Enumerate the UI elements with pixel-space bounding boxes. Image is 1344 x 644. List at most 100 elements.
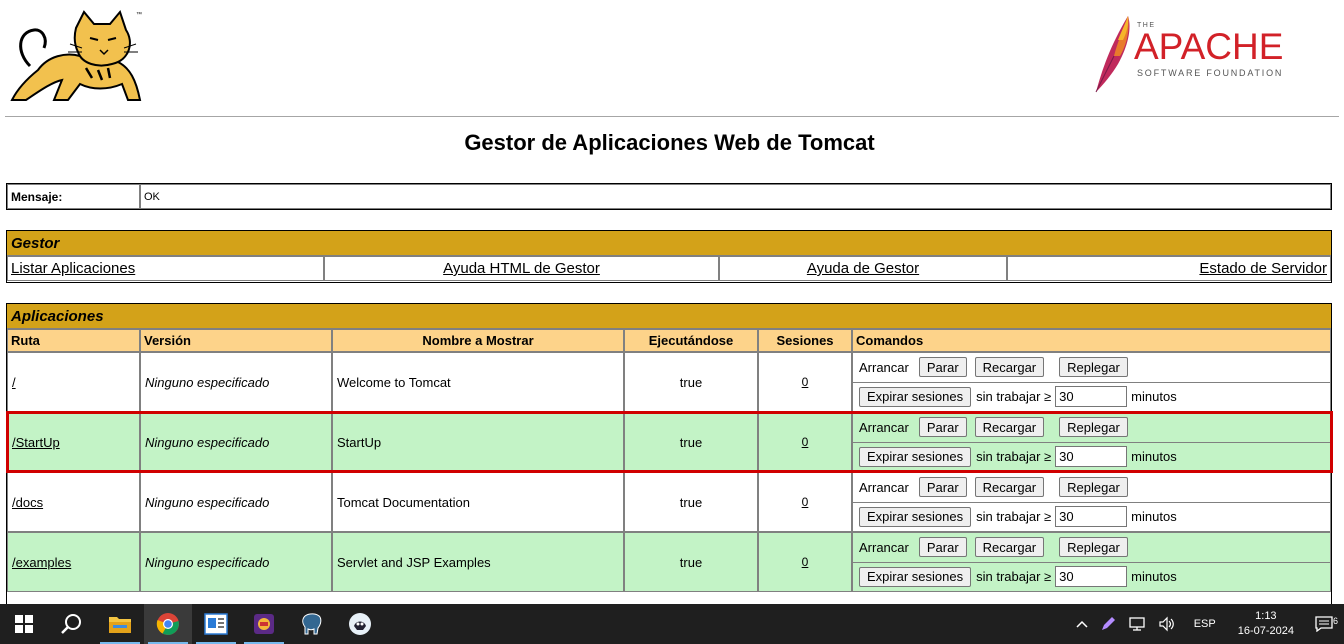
- manager-cell: Estado de Servidor: [1007, 256, 1331, 281]
- applications-header-row: Ruta Versión Nombre a Mostrar Ejecutándo…: [7, 329, 1331, 352]
- expire-sessions-button[interactable]: Expirar sesiones: [859, 386, 972, 407]
- undeploy-button[interactable]: Replegar: [1059, 357, 1128, 378]
- app-display-name: Tomcat Documentation: [332, 472, 624, 532]
- game-app-icon: [254, 614, 274, 634]
- minutes-label: minutos: [1131, 389, 1177, 405]
- manager-help-link[interactable]: Ayuda de Gestor: [807, 260, 919, 277]
- idle-label: sin trabajar ≥: [976, 449, 1052, 465]
- command-line-primary: Arrancar Parar Recargar Replegar: [853, 353, 1330, 383]
- reload-button[interactable]: Recargar: [974, 357, 1045, 378]
- language-indicator[interactable]: ESP: [1194, 618, 1216, 630]
- app-sessions-link[interactable]: 0: [802, 435, 809, 449]
- network-icon: [1129, 617, 1145, 631]
- notification-center-button[interactable]: 6: [1304, 616, 1344, 632]
- app-sessions-cell: 0: [758, 532, 852, 592]
- search-button[interactable]: [48, 604, 96, 644]
- command-line-expire: Expirar sesiones sin trabajar ≥ minutos: [853, 503, 1330, 532]
- table-row: /StartUp Ninguno especificado StartUp tr…: [7, 412, 1331, 472]
- search-icon: [61, 614, 81, 634]
- taskbar-app-window[interactable]: [192, 604, 240, 644]
- stop-button[interactable]: Parar: [918, 357, 967, 378]
- app-path-cell: /examples: [7, 532, 140, 592]
- app-version: Ninguno especificado: [140, 532, 332, 592]
- table-row: /docs Ninguno especificado Tomcat Docume…: [7, 472, 1331, 532]
- html-manager-help-link[interactable]: Ayuda HTML de Gestor: [443, 260, 600, 277]
- app-path-cell: /StartUp: [7, 412, 140, 472]
- taskbar-app-round[interactable]: [336, 604, 384, 644]
- pen-tray-button[interactable]: [1100, 616, 1116, 632]
- col-header-version: Versión: [140, 329, 332, 352]
- manager-cell: Listar Aplicaciones: [7, 256, 324, 281]
- taskbar-postgresql[interactable]: [288, 604, 336, 644]
- server-status-link[interactable]: Estado de Servidor: [1199, 260, 1327, 277]
- speaker-icon: [1159, 616, 1174, 632]
- svg-text:™: ™: [136, 11, 142, 18]
- idle-minutes-input[interactable]: [1055, 566, 1128, 588]
- app-sessions-link[interactable]: 0: [802, 495, 809, 509]
- network-tray-button[interactable]: [1128, 616, 1146, 632]
- elephant-icon: [302, 613, 322, 635]
- message-label: Mensaje:: [7, 184, 140, 209]
- reload-button[interactable]: Recargar: [974, 477, 1045, 498]
- page-title: Gestor de Aplicaciones Web de Tomcat: [464, 130, 875, 155]
- app-running: true: [624, 352, 758, 412]
- minutes-label: minutos: [1131, 569, 1177, 585]
- show-hidden-icons-button[interactable]: [1076, 620, 1088, 628]
- app-version: Ninguno especificado: [140, 352, 332, 412]
- app-path-cell: /docs: [7, 472, 140, 532]
- manager-heading: Gestor: [7, 231, 1331, 256]
- reload-button[interactable]: Recargar: [974, 537, 1045, 558]
- start-label: Arrancar: [859, 539, 909, 555]
- idle-label: sin trabajar ≥: [976, 509, 1052, 525]
- notification-count: 6: [1332, 616, 1338, 626]
- app-sessions-link[interactable]: 0: [802, 375, 809, 389]
- undeploy-button[interactable]: Replegar: [1059, 417, 1128, 438]
- app-path-link[interactable]: /docs: [12, 495, 43, 510]
- undeploy-button[interactable]: Replegar: [1059, 537, 1128, 558]
- table-row: / Ninguno especificado Welcome to Tomcat…: [7, 352, 1331, 412]
- taskbar-chrome[interactable]: [144, 604, 192, 644]
- app-version: Ninguno especificado: [140, 412, 332, 472]
- start-button[interactable]: [0, 604, 48, 644]
- applications-heading: Aplicaciones: [7, 304, 1331, 329]
- expire-sessions-button[interactable]: Expirar sesiones: [859, 566, 972, 587]
- chrome-icon: [156, 613, 179, 635]
- window-app-icon: [204, 613, 228, 635]
- taskbar-app-purple[interactable]: [240, 604, 288, 644]
- expire-sessions-button[interactable]: Expirar sesiones: [859, 506, 972, 527]
- stop-button[interactable]: Parar: [918, 417, 967, 438]
- idle-minutes-input[interactable]: [1055, 386, 1128, 408]
- idle-label: sin trabajar ≥: [976, 569, 1052, 585]
- start-label: Arrancar: [859, 479, 909, 495]
- command-line-expire: Expirar sesiones sin trabajar ≥ minutos: [853, 443, 1330, 472]
- taskbar-file-explorer[interactable]: [96, 604, 144, 644]
- app-commands: Arrancar Parar Recargar Replegar Expirar…: [852, 532, 1331, 592]
- stop-button[interactable]: Parar: [918, 537, 967, 558]
- command-line-expire: Expirar sesiones sin trabajar ≥ minutos: [853, 383, 1330, 412]
- idle-minutes-input[interactable]: [1055, 446, 1128, 468]
- expire-sessions-button[interactable]: Expirar sesiones: [859, 446, 972, 467]
- list-applications-link[interactable]: Listar Aplicaciones: [11, 260, 135, 277]
- app-path-link[interactable]: /examples: [12, 555, 71, 570]
- app-path-link[interactable]: /StartUp: [12, 435, 60, 450]
- volume-tray-button[interactable]: [1158, 616, 1176, 632]
- apache-subtitle: SOFTWARE FOUNDATION: [1137, 68, 1284, 78]
- header-divider: [5, 116, 1339, 117]
- command-line-expire: Expirar sesiones sin trabajar ≥ minutos: [853, 563, 1330, 592]
- system-tray: ESP 1:13 16-07-2024 6: [1070, 604, 1344, 644]
- round-app-icon: [349, 613, 371, 635]
- undeploy-button[interactable]: Replegar: [1059, 477, 1128, 498]
- command-line-primary: Arrancar Parar Recargar Replegar: [853, 473, 1330, 503]
- applications-rows: / Ninguno especificado Welcome to Tomcat…: [7, 352, 1331, 592]
- idle-minutes-input[interactable]: [1055, 506, 1128, 528]
- folder-icon: [109, 617, 131, 633]
- app-sessions-link[interactable]: 0: [802, 555, 809, 569]
- col-header-commands: Comandos: [852, 329, 1331, 352]
- taskbar-clock[interactable]: 1:13 16-07-2024: [1238, 609, 1294, 639]
- stop-button[interactable]: Parar: [918, 477, 967, 498]
- app-path-link[interactable]: /: [12, 375, 16, 390]
- manager-table: Gestor Listar Aplicaciones Ayuda HTML de…: [6, 230, 1332, 283]
- app-sessions-cell: 0: [758, 472, 852, 532]
- reload-button[interactable]: Recargar: [974, 417, 1045, 438]
- col-header-path: Ruta: [7, 329, 140, 352]
